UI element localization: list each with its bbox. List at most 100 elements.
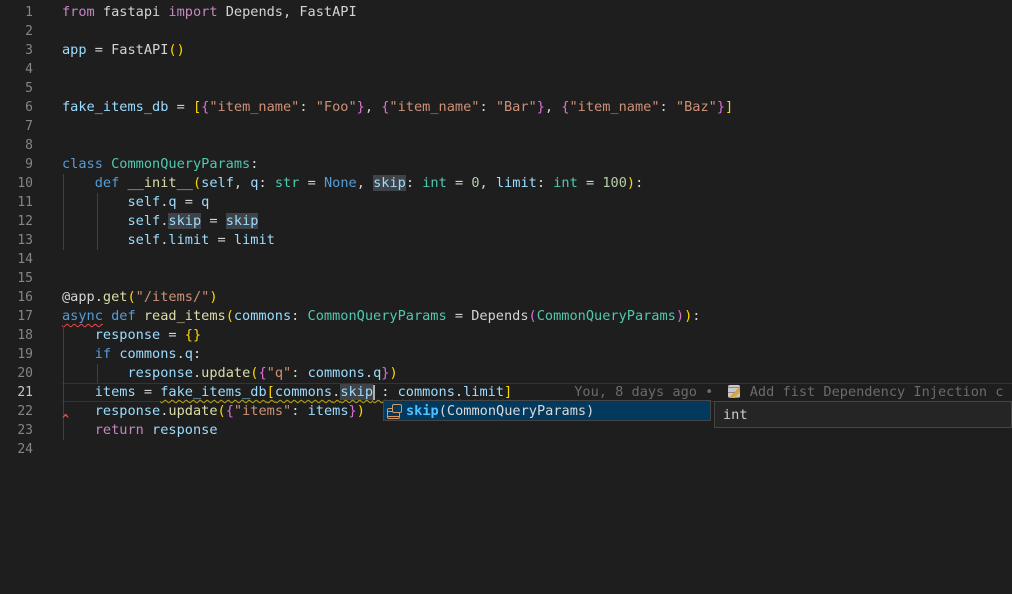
code-token: } [349, 403, 357, 419]
line-number[interactable]: 15 [0, 269, 33, 288]
code-token: ) [389, 365, 397, 381]
line-number[interactable]: 8 [0, 136, 33, 155]
code-token: : [291, 365, 307, 381]
line-number[interactable]: 1 [0, 3, 33, 22]
line-number[interactable]: 9 [0, 155, 33, 174]
line-number[interactable]: 20 [0, 364, 33, 383]
line-code: self.q = q [62, 193, 1012, 212]
suggest-widget[interactable]: skip (CommonQueryParams) [383, 400, 711, 421]
line-number[interactable]: 5 [0, 79, 33, 98]
code-token: = [447, 175, 472, 191]
code-token: : [692, 308, 700, 324]
code-token: : [258, 175, 274, 191]
code-token: None [324, 175, 357, 191]
indent-guide [97, 193, 98, 250]
code-token [62, 194, 127, 210]
code-token: ( [529, 308, 537, 324]
code-line-7[interactable]: 7 [0, 117, 1012, 136]
code-token: : [635, 175, 643, 191]
code-editor[interactable]: 1from fastapi import Depends, FastAPI23a… [0, 0, 1012, 594]
code-token: [ [267, 384, 275, 400]
code-token: CommonQueryParams [537, 308, 676, 324]
code-line-19[interactable]: 19 if commons.q: [0, 345, 1012, 364]
code-line-20[interactable]: 20 response.update({"q": commons.q}) [0, 364, 1012, 383]
line-number[interactable]: 11 [0, 193, 33, 212]
line-number[interactable]: 10 [0, 174, 33, 193]
code-line-14[interactable]: 14 [0, 250, 1012, 269]
code-line-1[interactable]: 1from fastapi import Depends, FastAPI [0, 3, 1012, 22]
code-token [62, 232, 127, 248]
code-line-11[interactable]: 11 self.q = q [0, 193, 1012, 212]
code-line-24[interactable]: 24 [0, 440, 1012, 459]
code-line-12[interactable]: 12 self.skip = skip [0, 212, 1012, 231]
code-token: = [447, 308, 472, 324]
code-token: : [373, 384, 398, 400]
line-code: self.skip = skip [62, 212, 1012, 231]
code-token: "item_name" [389, 99, 479, 115]
code-line-2[interactable]: 2 [0, 22, 1012, 41]
line-code: if commons.q: [62, 345, 1012, 364]
line-number[interactable]: 7 [0, 117, 33, 136]
code-token [62, 327, 95, 343]
code-token: limit [496, 175, 537, 191]
code-token: int [553, 175, 578, 191]
line-number[interactable]: 18 [0, 326, 33, 345]
code-token: FastAPI [111, 42, 168, 58]
code-token: CommonQueryParams [111, 156, 250, 172]
code-line-13[interactable]: 13 self.limit = limit [0, 231, 1012, 250]
line-number[interactable]: 24 [0, 440, 33, 459]
code-line-10[interactable]: 10 def __init__(self, q: str = None, ski… [0, 174, 1012, 193]
memo-icon [728, 385, 740, 398]
line-number[interactable]: 23 [0, 421, 33, 440]
code-token [62, 365, 127, 381]
code-line-4[interactable]: 4 [0, 60, 1012, 79]
code-token: int [422, 175, 447, 191]
line-number[interactable]: 16 [0, 288, 33, 307]
code-token: limit [168, 232, 209, 248]
code-line-9[interactable]: 9class CommonQueryParams: [0, 155, 1012, 174]
indent-guide [97, 364, 98, 383]
code-token: items [308, 403, 349, 419]
suggest-label[interactable]: skip [406, 403, 439, 419]
line-number[interactable]: 6 [0, 98, 33, 117]
code-token: "Baz" [676, 99, 717, 115]
code-line-16[interactable]: 16@app.get("/items/") [0, 288, 1012, 307]
line-number[interactable]: 22 [0, 402, 33, 421]
code-line-18[interactable]: 18 response = {} [0, 326, 1012, 345]
code-token: : [299, 99, 315, 115]
code-token: = [578, 175, 603, 191]
code-token: . [177, 346, 185, 362]
code-token: Depends, FastAPI [226, 4, 357, 20]
code-token: , [480, 175, 496, 191]
code-token: q [201, 194, 209, 210]
line-number[interactable]: 17 [0, 307, 33, 326]
line-number[interactable]: 4 [0, 60, 33, 79]
code-token: ) [209, 289, 217, 305]
code-token [62, 346, 95, 362]
line-code: def __init__(self, q: str = None, skip: … [62, 174, 1012, 193]
code-line-5[interactable]: 5 [0, 79, 1012, 98]
code-token: fastapi [103, 4, 168, 20]
code-line-8[interactable]: 8 [0, 136, 1012, 155]
line-number[interactable]: 3 [0, 41, 33, 60]
code-line-15[interactable]: 15 [0, 269, 1012, 288]
code-token: : [291, 403, 307, 419]
line-number[interactable]: 12 [0, 212, 33, 231]
suggest-detail: (CommonQueryParams) [439, 403, 595, 419]
code-token: = [177, 99, 193, 115]
line-code: response = {} [62, 326, 1012, 345]
code-token [62, 384, 95, 400]
code-token: , [365, 99, 381, 115]
line-number[interactable]: 21 [0, 383, 33, 402]
line-code [62, 440, 1012, 459]
code-token: ( [193, 175, 201, 191]
line-number[interactable]: 2 [0, 22, 33, 41]
code-line-17[interactable]: 17async def read_items(commons: CommonQu… [0, 307, 1012, 326]
line-code [62, 117, 1012, 136]
line-number[interactable]: 13 [0, 231, 33, 250]
code-line-3[interactable]: 3app = FastAPI() [0, 41, 1012, 60]
line-number[interactable]: 14 [0, 250, 33, 269]
code-line-6[interactable]: 6fake_items_db = [{"item_name": "Foo"}, … [0, 98, 1012, 117]
line-number[interactable]: 19 [0, 345, 33, 364]
code-token: , [357, 175, 373, 191]
